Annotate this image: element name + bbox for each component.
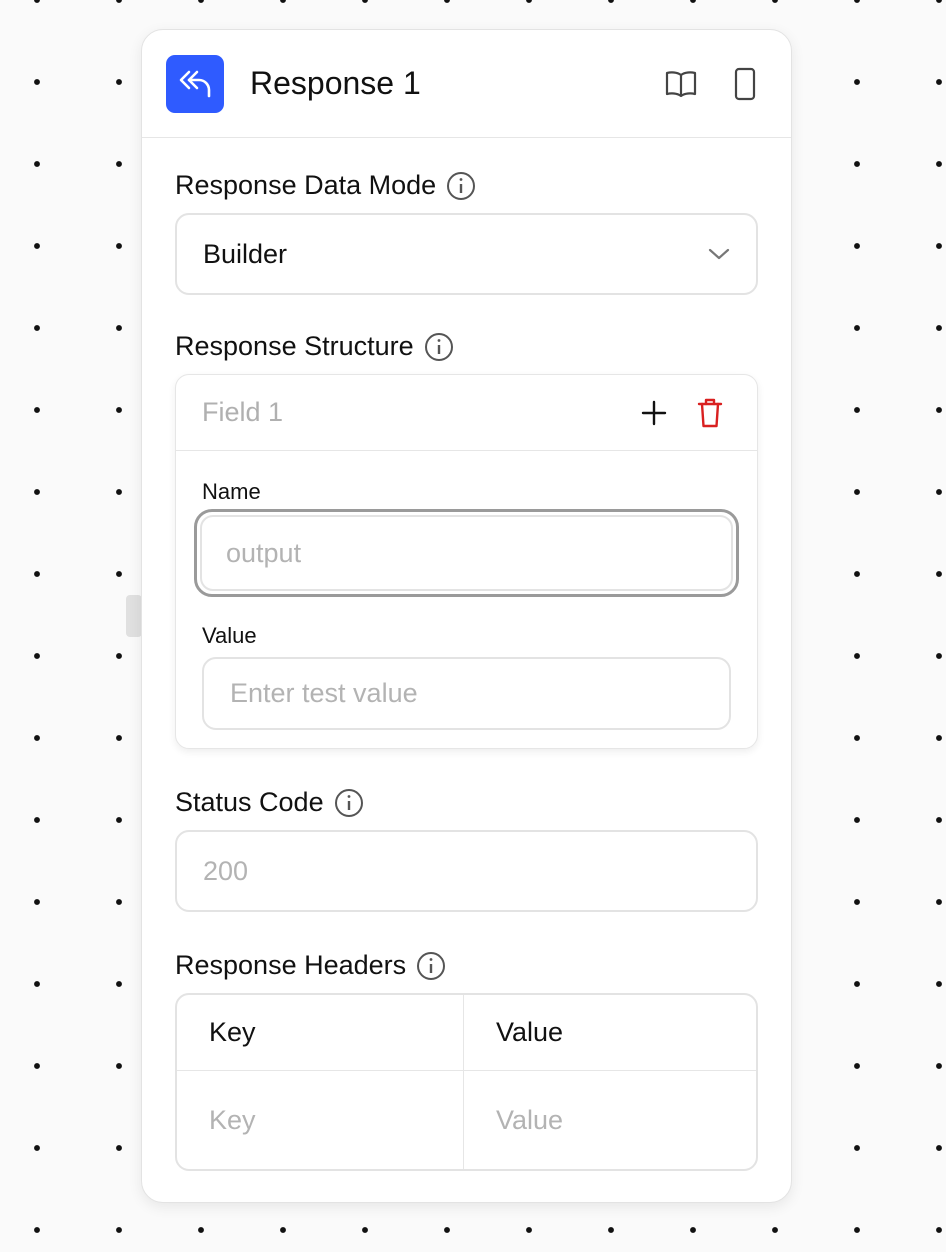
- response-structure-box: Field 1 Name output Value Enter test val…: [175, 374, 758, 749]
- docs-button[interactable]: [659, 62, 703, 106]
- panel-resize-handle[interactable]: [126, 595, 142, 637]
- node-header: Response 1: [142, 30, 791, 138]
- mobile-device-icon: [734, 67, 756, 101]
- plus-icon: [641, 400, 667, 426]
- delete-field-button[interactable]: [697, 397, 723, 429]
- column-header-value: Value: [464, 995, 756, 1071]
- header-value-input[interactable]: Value: [464, 1071, 756, 1169]
- header-key-input[interactable]: Key: [177, 1071, 464, 1169]
- value-label: Value: [202, 623, 257, 648]
- value-input[interactable]: Enter test value: [202, 657, 731, 730]
- response-data-mode-value: Builder: [203, 238, 288, 269]
- response-headers-label: Response Headers: [175, 950, 407, 980]
- info-icon[interactable]: [446, 171, 476, 201]
- trash-icon: [697, 397, 723, 429]
- name-input-focus-ring: output: [194, 509, 739, 597]
- value-placeholder: Enter test value: [230, 678, 418, 708]
- response-data-mode-label-row: Response Data Mode: [175, 170, 758, 201]
- status-code-input[interactable]: 200: [175, 830, 758, 912]
- info-icon[interactable]: [416, 951, 446, 981]
- field-body: Name output Value Enter test value: [176, 451, 757, 748]
- info-icon[interactable]: [334, 788, 364, 818]
- name-placeholder: output: [226, 537, 302, 568]
- column-header-key: Key: [177, 995, 464, 1071]
- device-preview-button[interactable]: [723, 62, 767, 106]
- status-code-label-row: Status Code: [175, 787, 758, 818]
- field-title: Field 1: [202, 397, 284, 427]
- response-structure-label: Response Structure: [175, 331, 414, 361]
- response-data-mode-select[interactable]: Builder: [175, 213, 758, 295]
- node-title: Response 1: [250, 65, 421, 101]
- chevron-down-icon: [708, 247, 730, 261]
- response-structure-label-row: Response Structure: [175, 331, 758, 362]
- info-icon[interactable]: [424, 332, 454, 362]
- response-headers-table: Key Value Key Value: [175, 993, 758, 1171]
- reply-all-icon: [166, 54, 224, 113]
- add-field-button[interactable]: [641, 400, 667, 426]
- status-code-placeholder: 200: [203, 855, 249, 886]
- response-data-mode-label: Response Data Mode: [175, 170, 437, 200]
- name-input[interactable]: output: [200, 515, 733, 591]
- response-headers-label-row: Response Headers: [175, 950, 758, 981]
- response-node-card: Response 1 Response Data Mode Builder Re…: [141, 29, 792, 1203]
- field-header: Field 1: [176, 375, 757, 451]
- book-icon: [665, 70, 697, 98]
- name-label: Name: [202, 479, 261, 504]
- status-code-label: Status Code: [175, 787, 324, 817]
